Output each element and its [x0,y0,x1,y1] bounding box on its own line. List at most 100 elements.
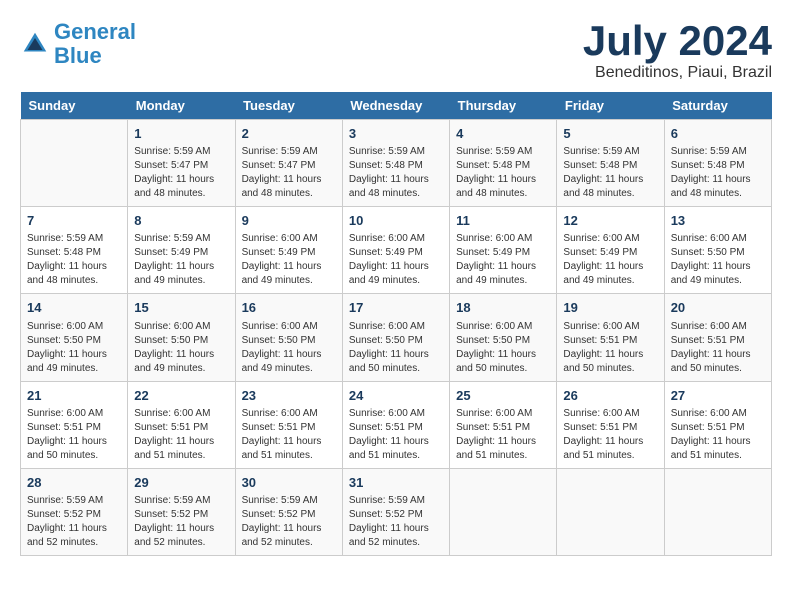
day-number: 28 [27,474,121,492]
day-number: 19 [563,299,657,317]
day-info: Sunrise: 6:00 AM Sunset: 5:51 PM Dayligh… [456,407,550,463]
calendar-cell: 27 Sunrise: 6:00 AM Sunset: 5:51 PM Dayli… [664,381,771,468]
day-info: Sunrise: 6:00 AM Sunset: 5:49 PM Dayligh… [242,232,336,288]
day-number: 23 [242,387,336,405]
calendar-cell: 20Sunrise: 6:00 AM Sunset: 5:51 PM Dayli… [664,294,771,381]
day-info: Sunrise: 6:00 AM Sunset: 5:50 PM Dayligh… [671,232,765,288]
day-number: 9 [242,212,336,230]
day-info: Sunrise: 5:59 AM Sunset: 5:52 PM Dayligh… [134,494,228,550]
day-number: 2 [242,125,336,143]
day-number: 7 [27,212,121,230]
calendar-cell: 6 Sunrise: 5:59 AM Sunset: 5:48 PM Daylig… [664,120,771,207]
day-info: Sunrise: 5:59 AM Sunset: 5:48 PM Dayligh… [349,145,443,201]
calendar-cell: 15Sunrise: 6:00 AM Sunset: 5:50 PM Dayli… [128,294,235,381]
calendar-cell [21,120,128,207]
day-number: 14 [27,299,121,317]
calendar-cell: 25Sunrise: 6:00 AM Sunset: 5:51 PM Dayli… [450,381,557,468]
calendar-cell: 1 Sunrise: 5:59 AM Sunset: 5:47 PM Daylig… [128,120,235,207]
calendar-cell: 4 Sunrise: 5:59 AM Sunset: 5:48 PM Daylig… [450,120,557,207]
day-number: 8 [134,212,228,230]
day-info: Sunrise: 6:00 AM Sunset: 5:50 PM Dayligh… [134,320,228,376]
column-header-wednesday: Wednesday [342,92,449,120]
logo-icon [20,29,50,59]
day-info: Sunrise: 6:00 AM Sunset: 5:51 PM Dayligh… [134,407,228,463]
calendar-cell: 3 Sunrise: 5:59 AM Sunset: 5:48 PM Daylig… [342,120,449,207]
day-info: Sunrise: 5:59 AM Sunset: 5:49 PM Dayligh… [134,232,228,288]
day-info: Sunrise: 5:59 AM Sunset: 5:48 PM Dayligh… [563,145,657,201]
page-header: General Blue July 2024 Beneditinos, Piau… [20,20,772,82]
day-info: Sunrise: 5:59 AM Sunset: 5:48 PM Dayligh… [456,145,550,201]
day-number: 27 [671,387,765,405]
calendar-cell: 17Sunrise: 6:00 AM Sunset: 5:50 PM Dayli… [342,294,449,381]
calendar-week-row: 21 Sunrise: 6:00 AM Sunset: 5:51 PM Dayli… [21,381,772,468]
logo-text: General Blue [54,20,136,68]
day-number: 11 [456,212,550,230]
calendar-week-row: 7 Sunrise: 5:59 AM Sunset: 5:48 PM Daylig… [21,207,772,294]
day-info: Sunrise: 5:59 AM Sunset: 5:47 PM Dayligh… [134,145,228,201]
calendar-table: SundayMondayTuesdayWednesdayThursdayFrid… [20,92,772,556]
column-header-thursday: Thursday [450,92,557,120]
calendar-header-row: SundayMondayTuesdayWednesdayThursdayFrid… [21,92,772,120]
calendar-cell: 28 Sunrise: 5:59 AM Sunset: 5:52 PM Dayli… [21,468,128,555]
day-number: 26 [563,387,657,405]
logo: General Blue [20,20,136,68]
day-number: 13 [671,212,765,230]
day-number: 6 [671,125,765,143]
day-info: Sunrise: 5:59 AM Sunset: 5:48 PM Dayligh… [27,232,121,288]
calendar-cell [450,468,557,555]
column-header-tuesday: Tuesday [235,92,342,120]
column-header-sunday: Sunday [21,92,128,120]
calendar-cell: 30Sunrise: 5:59 AM Sunset: 5:52 PM Dayli… [235,468,342,555]
day-info: Sunrise: 5:59 AM Sunset: 5:48 PM Dayligh… [671,145,765,201]
calendar-cell: 26 Sunrise: 6:00 AM Sunset: 5:51 PM Dayli… [557,381,664,468]
calendar-cell: 21Sunrise: 6:00 AM Sunset: 5:51 PM Dayli… [21,381,128,468]
day-number: 3 [349,125,443,143]
day-info: Sunrise: 6:00 AM Sunset: 5:51 PM Dayligh… [349,407,443,463]
day-info: Sunrise: 6:00 AM Sunset: 5:51 PM Dayligh… [671,407,765,463]
day-info: Sunrise: 6:00 AM Sunset: 5:51 PM Dayligh… [563,320,657,376]
calendar-cell: 5 Sunrise: 5:59 AM Sunset: 5:48 PM Daylig… [557,120,664,207]
day-info: Sunrise: 5:59 AM Sunset: 5:52 PM Dayligh… [27,494,121,550]
calendar-cell: 12 Sunrise: 6:00 AM Sunset: 5:49 PM Dayli… [557,207,664,294]
title-section: July 2024 Beneditinos, Piaui, Brazil [583,20,772,82]
calendar-cell: 29 Sunrise: 5:59 AM Sunset: 5:52 PM Dayli… [128,468,235,555]
calendar-cell: 10 Sunrise: 6:00 AM Sunset: 5:49 PM Dayli… [342,207,449,294]
day-number: 12 [563,212,657,230]
calendar-cell: 2 Sunrise: 5:59 AM Sunset: 5:47 PM Daylig… [235,120,342,207]
day-number: 29 [134,474,228,492]
day-info: Sunrise: 6:00 AM Sunset: 5:51 PM Dayligh… [242,407,336,463]
calendar-week-row: 14 Sunrise: 6:00 AM Sunset: 5:50 PM Dayli… [21,294,772,381]
calendar-week-row: 1 Sunrise: 5:59 AM Sunset: 5:47 PM Daylig… [21,120,772,207]
calendar-cell: 11Sunrise: 6:00 AM Sunset: 5:49 PM Dayli… [450,207,557,294]
day-info: Sunrise: 6:00 AM Sunset: 5:49 PM Dayligh… [349,232,443,288]
calendar-cell: 13 Sunrise: 6:00 AM Sunset: 5:50 PM Dayli… [664,207,771,294]
calendar-cell: 24Sunrise: 6:00 AM Sunset: 5:51 PM Dayli… [342,381,449,468]
day-number: 31 [349,474,443,492]
day-number: 17 [349,299,443,317]
day-number: 5 [563,125,657,143]
column-header-friday: Friday [557,92,664,120]
day-info: Sunrise: 6:00 AM Sunset: 5:51 PM Dayligh… [563,407,657,463]
calendar-cell: 16Sunrise: 6:00 AM Sunset: 5:50 PM Dayli… [235,294,342,381]
day-info: Sunrise: 6:00 AM Sunset: 5:50 PM Dayligh… [27,320,121,376]
day-info: Sunrise: 6:00 AM Sunset: 5:49 PM Dayligh… [563,232,657,288]
calendar-cell [664,468,771,555]
column-header-monday: Monday [128,92,235,120]
day-info: Sunrise: 6:00 AM Sunset: 5:51 PM Dayligh… [671,320,765,376]
calendar-cell: 9 Sunrise: 6:00 AM Sunset: 5:49 PM Daylig… [235,207,342,294]
calendar-week-row: 28 Sunrise: 5:59 AM Sunset: 5:52 PM Dayli… [21,468,772,555]
calendar-cell [557,468,664,555]
day-number: 4 [456,125,550,143]
calendar-cell: 23 Sunrise: 6:00 AM Sunset: 5:51 PM Dayli… [235,381,342,468]
location: Beneditinos, Piaui, Brazil [583,64,772,82]
calendar-cell: 14 Sunrise: 6:00 AM Sunset: 5:50 PM Dayli… [21,294,128,381]
day-number: 18 [456,299,550,317]
day-number: 1 [134,125,228,143]
day-number: 16 [242,299,336,317]
day-number: 21 [27,387,121,405]
day-number: 10 [349,212,443,230]
month-title: July 2024 [583,20,772,62]
day-info: Sunrise: 5:59 AM Sunset: 5:47 PM Dayligh… [242,145,336,201]
column-header-saturday: Saturday [664,92,771,120]
calendar-cell: 8 Sunrise: 5:59 AM Sunset: 5:49 PM Daylig… [128,207,235,294]
